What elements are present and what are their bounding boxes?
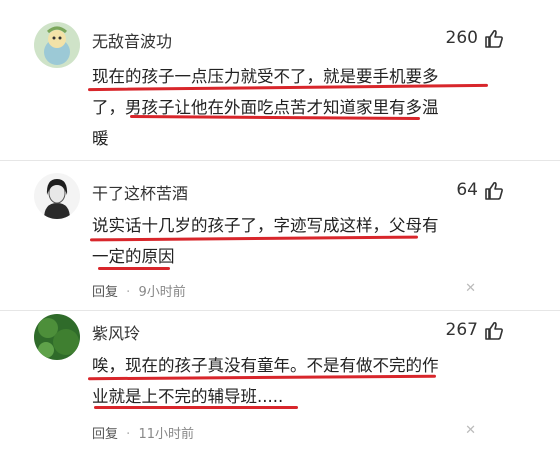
comment-item: 无敌音波功 260 现在的孩子一点压力就受不了，就是要手机要多 了，男孩子让他在… [0, 0, 560, 160]
green-nature-avatar-icon [34, 314, 80, 360]
meta-separator: · [126, 427, 131, 442]
like-count: 260 [445, 28, 478, 48]
comment-text: 说实话十几岁的孩子了，字迹写成这样，父母有 一定的原因 [92, 210, 492, 272]
meta-separator: · [126, 285, 131, 300]
reply-button[interactable]: 回复 [92, 285, 118, 300]
highlight-underline [94, 406, 298, 409]
avatar[interactable] [34, 22, 80, 68]
comment-meta: 回复 · 11小时前 [92, 423, 194, 442]
comment-item: 干了这杯苦酒 64 说实话十几岁的孩子了，字迹写成这样，父母有 一定的原因 回复… [0, 160, 560, 310]
comment-item: 紫风玲 267 唉，现在的孩子真没有童年。不是有做不完的作 业就是上不完的辅导班… [0, 310, 560, 453]
like-count: 267 [445, 320, 478, 340]
thumbs-up-icon[interactable] [484, 181, 504, 201]
comment-line: 暖 [92, 129, 109, 148]
cartoon-avatar-icon [34, 22, 80, 68]
comment-text: 现在的孩子一点压力就受不了，就是要手机要多 了，男孩子让他在外面吃点苦才知道家里… [92, 61, 492, 154]
sketch-portrait-avatar-icon [34, 173, 80, 219]
username[interactable]: 无敌音波功 [92, 28, 172, 52]
dismiss-icon[interactable]: ✕ [465, 281, 476, 296]
like-count: 64 [456, 180, 478, 200]
username[interactable]: 干了这杯苦酒 [92, 180, 188, 204]
avatar[interactable] [34, 173, 80, 219]
highlight-underline [98, 267, 170, 270]
username[interactable]: 紫风玲 [92, 320, 140, 344]
comment-text: 唉，现在的孩子真没有童年。不是有做不完的作 业就是上不完的辅导班..... [92, 350, 492, 412]
reply-button[interactable]: 回复 [92, 427, 118, 442]
comment-time: 9小时前 [138, 285, 186, 300]
thumbs-up-icon[interactable] [484, 29, 504, 49]
comment-time: 11小时前 [138, 427, 194, 442]
comment-meta: 回复 · 9小时前 [92, 281, 186, 300]
avatar[interactable] [34, 314, 80, 360]
thumbs-up-icon[interactable] [484, 321, 504, 341]
dismiss-icon[interactable]: ✕ [465, 423, 476, 438]
